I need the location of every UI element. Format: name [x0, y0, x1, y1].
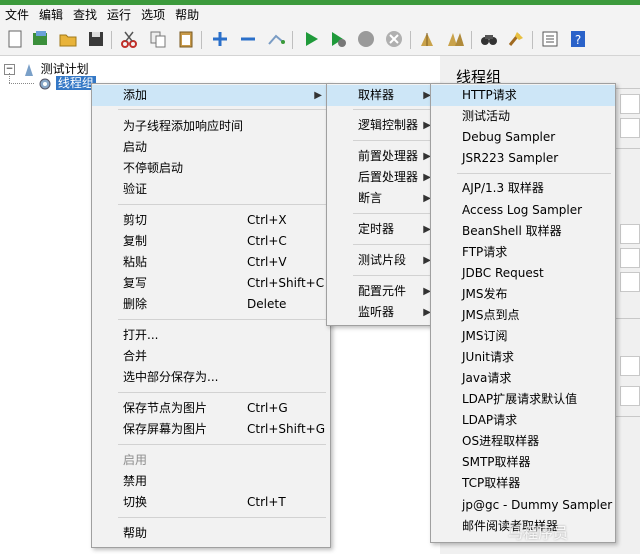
sampler-access-log[interactable]: Access Log Sampler	[431, 200, 615, 221]
sampler-ftp[interactable]: FTP请求	[431, 242, 615, 263]
stop-icon[interactable]	[356, 29, 376, 49]
loop-field[interactable]	[620, 272, 640, 292]
menu-item-start-no-pause[interactable]: 不停顿启动	[92, 158, 330, 179]
menu-options[interactable]: 选项	[136, 5, 170, 25]
submenu-item-timer[interactable]: 定时器 ▶	[327, 219, 439, 240]
comment-field[interactable]	[620, 118, 640, 138]
sampler-jms-p2p[interactable]: JMS点到点	[431, 305, 615, 326]
menu-item-help[interactable]: 帮助	[92, 523, 330, 544]
help-icon[interactable]: ?	[568, 29, 588, 49]
menu-item-save-node-image[interactable]: 保存节点为图片 Ctrl+G	[92, 398, 330, 419]
search-icon[interactable]	[479, 29, 499, 49]
sampler-java[interactable]: Java请求	[431, 368, 615, 389]
sampler-smtp[interactable]: SMTP取样器	[431, 452, 615, 473]
duration-field[interactable]	[620, 356, 640, 376]
tree-child-node[interactable]: 线程组	[38, 75, 96, 91]
new-icon[interactable]	[5, 29, 25, 49]
threads-field[interactable]	[620, 224, 640, 244]
sampler-http-request[interactable]: HTTP请求	[431, 85, 615, 106]
menu-search[interactable]: 查找	[68, 5, 102, 25]
toolbar: ?	[0, 25, 640, 56]
toggle-icon[interactable]	[266, 29, 286, 49]
menu-item-disable[interactable]: 禁用	[92, 471, 330, 492]
sampler-beanshell[interactable]: BeanShell 取样器	[431, 221, 615, 242]
sampler-tcp[interactable]: TCP取样器	[431, 473, 615, 494]
sampler-jdbc[interactable]: JDBC Request	[431, 263, 615, 284]
sampler-debug[interactable]: Debug Sampler	[431, 127, 615, 148]
submenu-item-logic-controller[interactable]: 逻辑控制器 ▶	[327, 115, 439, 136]
menu-edit[interactable]: 编辑	[34, 5, 68, 25]
name-field[interactable]	[620, 94, 640, 114]
menu-item-open[interactable]: 打开...	[92, 325, 330, 346]
menu-item-toggle[interactable]: 切换 Ctrl+T	[92, 492, 330, 513]
menu-item-add[interactable]: 添加 ▶	[92, 85, 330, 106]
sampler-os-process[interactable]: OS进程取样器	[431, 431, 615, 452]
sampler-jsr223[interactable]: JSR223 Sampler	[431, 148, 615, 169]
sampler-dummy[interactable]: jp@gc - Dummy Sampler	[431, 495, 615, 516]
menu-item-duplicate[interactable]: 复写 Ctrl+Shift+C	[92, 273, 330, 294]
submenu-item-post-processor[interactable]: 后置处理器 ▶	[327, 167, 439, 188]
sampler-ldap[interactable]: LDAP请求	[431, 410, 615, 431]
menu-item-save-selection[interactable]: 选中部分保存为...	[92, 367, 330, 388]
test-plan-icon	[23, 63, 35, 76]
sampler-jms-subscriber[interactable]: JMS订阅	[431, 326, 615, 347]
cut-icon[interactable]	[119, 29, 139, 49]
collapse-icon[interactable]	[238, 29, 258, 49]
add-submenu: 取样器 ▶ 逻辑控制器 ▶ 前置处理器 ▶ 后置处理器 ▶ 断言 ▶ 定时器 ▶ 测试片段 ▶…	[326, 83, 440, 326]
menu-item-paste[interactable]: 粘贴 Ctrl+V	[92, 252, 330, 273]
paste-icon[interactable]	[176, 29, 196, 49]
svg-text:?: ?	[575, 33, 581, 47]
watermark-text: 马程序员	[508, 524, 569, 542]
menu-item-save-screen-image[interactable]: 保存屏幕为图片 Ctrl+Shift+G	[92, 419, 330, 440]
submenu-item-pre-processor[interactable]: 前置处理器 ▶	[327, 146, 439, 167]
start-no-pause-icon[interactable]	[328, 29, 348, 49]
save-icon[interactable]	[86, 29, 106, 49]
menu-item-add-response-time[interactable]: 为子线程添加响应时间	[92, 116, 330, 137]
sampler-submenu: HTTP请求 测试活动 Debug Sampler JSR223 Sampler…	[430, 83, 616, 543]
sampler-junit[interactable]: JUnit请求	[431, 347, 615, 368]
shutdown-icon[interactable]	[384, 29, 404, 49]
rampup-field[interactable]	[620, 248, 640, 268]
menu-bar: 文件 编辑 查找 运行 选项 帮助	[0, 5, 640, 25]
sampler-ajp[interactable]: AJP/1.3 取样器	[431, 178, 615, 199]
open-icon[interactable]	[58, 29, 78, 49]
delay-field[interactable]	[620, 386, 640, 406]
menu-item-delete[interactable]: 删除 Delete	[92, 294, 330, 315]
function-helper-icon[interactable]	[540, 29, 560, 49]
tree-child-label[interactable]: 线程组	[55, 76, 96, 90]
menu-item-merge[interactable]: 合并	[92, 346, 330, 367]
menu-file[interactable]: 文件	[0, 5, 34, 25]
submenu-item-assertion[interactable]: 断言 ▶	[327, 188, 439, 209]
menu-item-validate[interactable]: 验证	[92, 179, 330, 200]
menu-item-copy[interactable]: 复制 Ctrl+C	[92, 231, 330, 252]
sampler-ldap-extended[interactable]: LDAP扩展请求默认值	[431, 389, 615, 410]
clear-icon[interactable]	[417, 29, 437, 49]
submenu-item-listener[interactable]: 监听器 ▶	[327, 302, 439, 323]
menu-run[interactable]: 运行	[102, 5, 136, 25]
sampler-jms-publisher[interactable]: JMS发布	[431, 284, 615, 305]
menu-help[interactable]: 帮助	[170, 5, 204, 25]
menu-item-enable: 启用	[123, 453, 148, 467]
menu-item-cut[interactable]: 剪切 Ctrl+X	[92, 210, 330, 231]
start-icon[interactable]	[301, 29, 321, 49]
submenu-item-config-element[interactable]: 配置元件 ▶	[327, 281, 439, 302]
templates-icon[interactable]	[30, 29, 50, 49]
clear-all-icon[interactable]	[446, 29, 466, 49]
submenu-item-sampler[interactable]: 取样器 ▶	[327, 85, 439, 106]
tree-root-label[interactable]: 测试计划	[41, 62, 89, 76]
menu-item-start[interactable]: 启动	[92, 137, 330, 158]
expand-icon[interactable]	[210, 29, 230, 49]
submenu-item-test-fragment[interactable]: 测试片段 ▶	[327, 250, 439, 271]
sampler-test-action[interactable]: 测试活动	[431, 106, 615, 127]
context-menu: 添加 ▶ 为子线程添加响应时间 启动 不停顿启动 验证 剪切 Ctrl+X 复制 Ct…	[91, 83, 331, 548]
thread-group-icon	[38, 77, 52, 91]
copy-icon[interactable]	[148, 29, 168, 49]
reset-search-icon[interactable]	[506, 29, 526, 49]
